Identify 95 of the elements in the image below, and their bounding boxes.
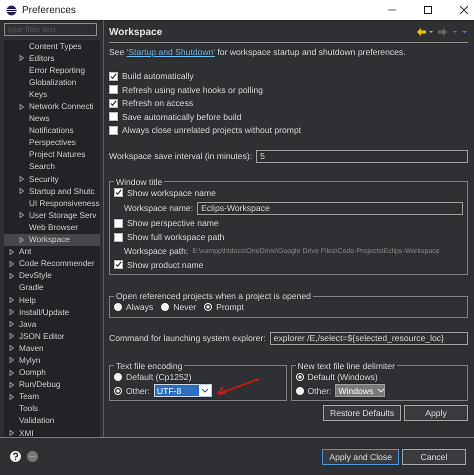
checkbox[interactable]	[114, 232, 123, 242]
checkbox[interactable]	[109, 85, 118, 94]
close-icon[interactable]	[460, 6, 468, 14]
tree-item[interactable]: Java	[4, 318, 100, 330]
expand-icon[interactable]	[8, 429, 16, 437]
tree-item[interactable]: Mylyn	[4, 354, 100, 367]
tree-item[interactable]: Code Recommender	[4, 258, 100, 270]
intro-text: See 'Startup and Shutdown' for workspace startup and shutdown preferences.	[109, 47, 407, 57]
radio-button[interactable]	[296, 372, 304, 381]
field-label: Workspace path:	[124, 246, 188, 256]
tree-item[interactable]: Validation	[4, 414, 100, 427]
tree-item[interactable]: Maven	[4, 342, 100, 354]
radio-label: Never	[173, 302, 196, 312]
navigation-arrows-icon[interactable]	[416, 27, 468, 37]
checkbox-label: Refresh on access	[122, 98, 194, 108]
radio-label: Other:	[308, 386, 332, 396]
radio-label: Default (Windows)	[308, 372, 378, 382]
group-title: Open referenced projects when a project is opened	[115, 291, 312, 301]
field-label: Workspace save interval (in minutes):	[109, 151, 252, 161]
tree-item[interactable]: Web Browser	[4, 221, 100, 234]
tree-item[interactable]: Project Natures	[4, 148, 100, 161]
workspace-name-field[interactable]: Eclips-Workspace	[197, 202, 463, 214]
checkbox-label: Show product name	[127, 260, 204, 270]
page-button[interactable]: Restore Defaults	[322, 405, 401, 421]
group-title: Window title	[115, 176, 164, 186]
checkbox[interactable]	[114, 218, 123, 228]
tree-item[interactable]: Team	[4, 390, 100, 403]
expand-icon[interactable]	[18, 54, 26, 62]
checkbox-label: Show full workspace path	[127, 232, 224, 242]
window-title: Preferences	[22, 4, 77, 16]
radio-button[interactable]	[161, 303, 170, 312]
tree-item[interactable]: Oomph	[4, 366, 100, 379]
expand-icon[interactable]	[18, 211, 26, 220]
radio-label: Prompt	[216, 302, 244, 312]
checkbox[interactable]	[109, 98, 118, 108]
tree-item[interactable]: Content Types	[4, 40, 100, 52]
tree-item[interactable]: Search	[4, 160, 100, 174]
tree-item[interactable]: DevStyle	[4, 270, 100, 282]
radio-label: Default (Cp1252)	[126, 372, 192, 382]
tree-item[interactable]: UI Responsiveness	[4, 197, 100, 210]
caret-icon	[377, 388, 386, 394]
maximize-icon[interactable]	[424, 6, 432, 14]
radio-button[interactable]	[204, 303, 212, 312]
startup-link[interactable]: 'Startup and Shutdown'	[126, 47, 216, 57]
caret-icon	[200, 388, 209, 394]
tree-item[interactable]: Notifications	[4, 124, 100, 137]
tree-item[interactable]: Network Connecti	[4, 100, 100, 113]
help-icon[interactable]	[10, 451, 21, 462]
tree-item[interactable]: Globalization	[4, 76, 100, 88]
tree-item[interactable]: Startup and Shutc	[4, 185, 100, 198]
checkbox-label: Build automatically	[122, 71, 194, 82]
dialog-button[interactable]: Apply and Close	[322, 448, 399, 464]
interval-field[interactable]: 5	[256, 150, 468, 162]
tree-item[interactable]: Ant	[4, 246, 100, 258]
explorer-command-field[interactable]: explorer /E,/select=${selected_resource_loc}	[270, 332, 468, 344]
field-label: Command for launching system explorer:	[109, 333, 266, 343]
checkbox[interactable]	[109, 72, 118, 81]
tree-item[interactable]: User Storage Serv	[4, 209, 100, 222]
field-label: Workspace name:	[124, 203, 194, 213]
radio-button[interactable]	[114, 386, 122, 395]
group-title: Text file encoding	[115, 360, 184, 370]
tree-item[interactable]: JSON Editor	[4, 330, 100, 342]
dialog-button[interactable]: Cancel	[402, 448, 466, 464]
checkbox-label: Save automatically before build	[122, 112, 242, 122]
tree-item[interactable]: Tools	[4, 402, 100, 415]
checkbox-label: Show perspective name	[127, 218, 219, 228]
checkbox[interactable]	[109, 112, 118, 122]
tree-item[interactable]: Help	[4, 294, 100, 306]
tree-item[interactable]: Gradle	[4, 282, 100, 294]
tree-item[interactable]: XMI	[4, 427, 100, 437]
checkbox[interactable]	[109, 126, 118, 135]
app-icon	[6, 4, 17, 16]
radio-button[interactable]	[114, 303, 122, 312]
group-title: New text file line delimiter	[296, 360, 396, 370]
tree-item[interactable]: Perspectives	[4, 136, 100, 149]
tree-item[interactable]: Error Reporting	[4, 64, 100, 76]
radio-label: Other:	[126, 386, 150, 396]
checkbox[interactable]	[114, 260, 123, 270]
expand-icon[interactable]	[18, 102, 26, 111]
tree-item[interactable]: Security	[4, 173, 100, 186]
radio-button[interactable]	[114, 372, 122, 381]
page-button[interactable]: Apply	[404, 405, 468, 421]
tree-item[interactable]: Run/Debug	[4, 378, 100, 391]
radio-label: Always	[126, 302, 154, 312]
checkbox-label: Refresh using native hooks or polling	[122, 84, 263, 95]
tree-item[interactable]: News	[4, 112, 100, 125]
tree-item[interactable]: Editors	[4, 52, 100, 64]
checkbox-label: Show workspace name	[127, 188, 216, 198]
dropdown[interactable]: UTF-8	[154, 384, 212, 398]
tree-item[interactable]: Install/Update	[4, 306, 100, 318]
tree-item[interactable]: Keys	[4, 88, 100, 100]
checkbox-label: Always close unrelated projects without prompt	[122, 125, 302, 136]
tree-item[interactable]: Workspace	[4, 234, 100, 246]
checkbox[interactable]	[114, 188, 123, 198]
page-title: Workspace	[109, 26, 162, 38]
